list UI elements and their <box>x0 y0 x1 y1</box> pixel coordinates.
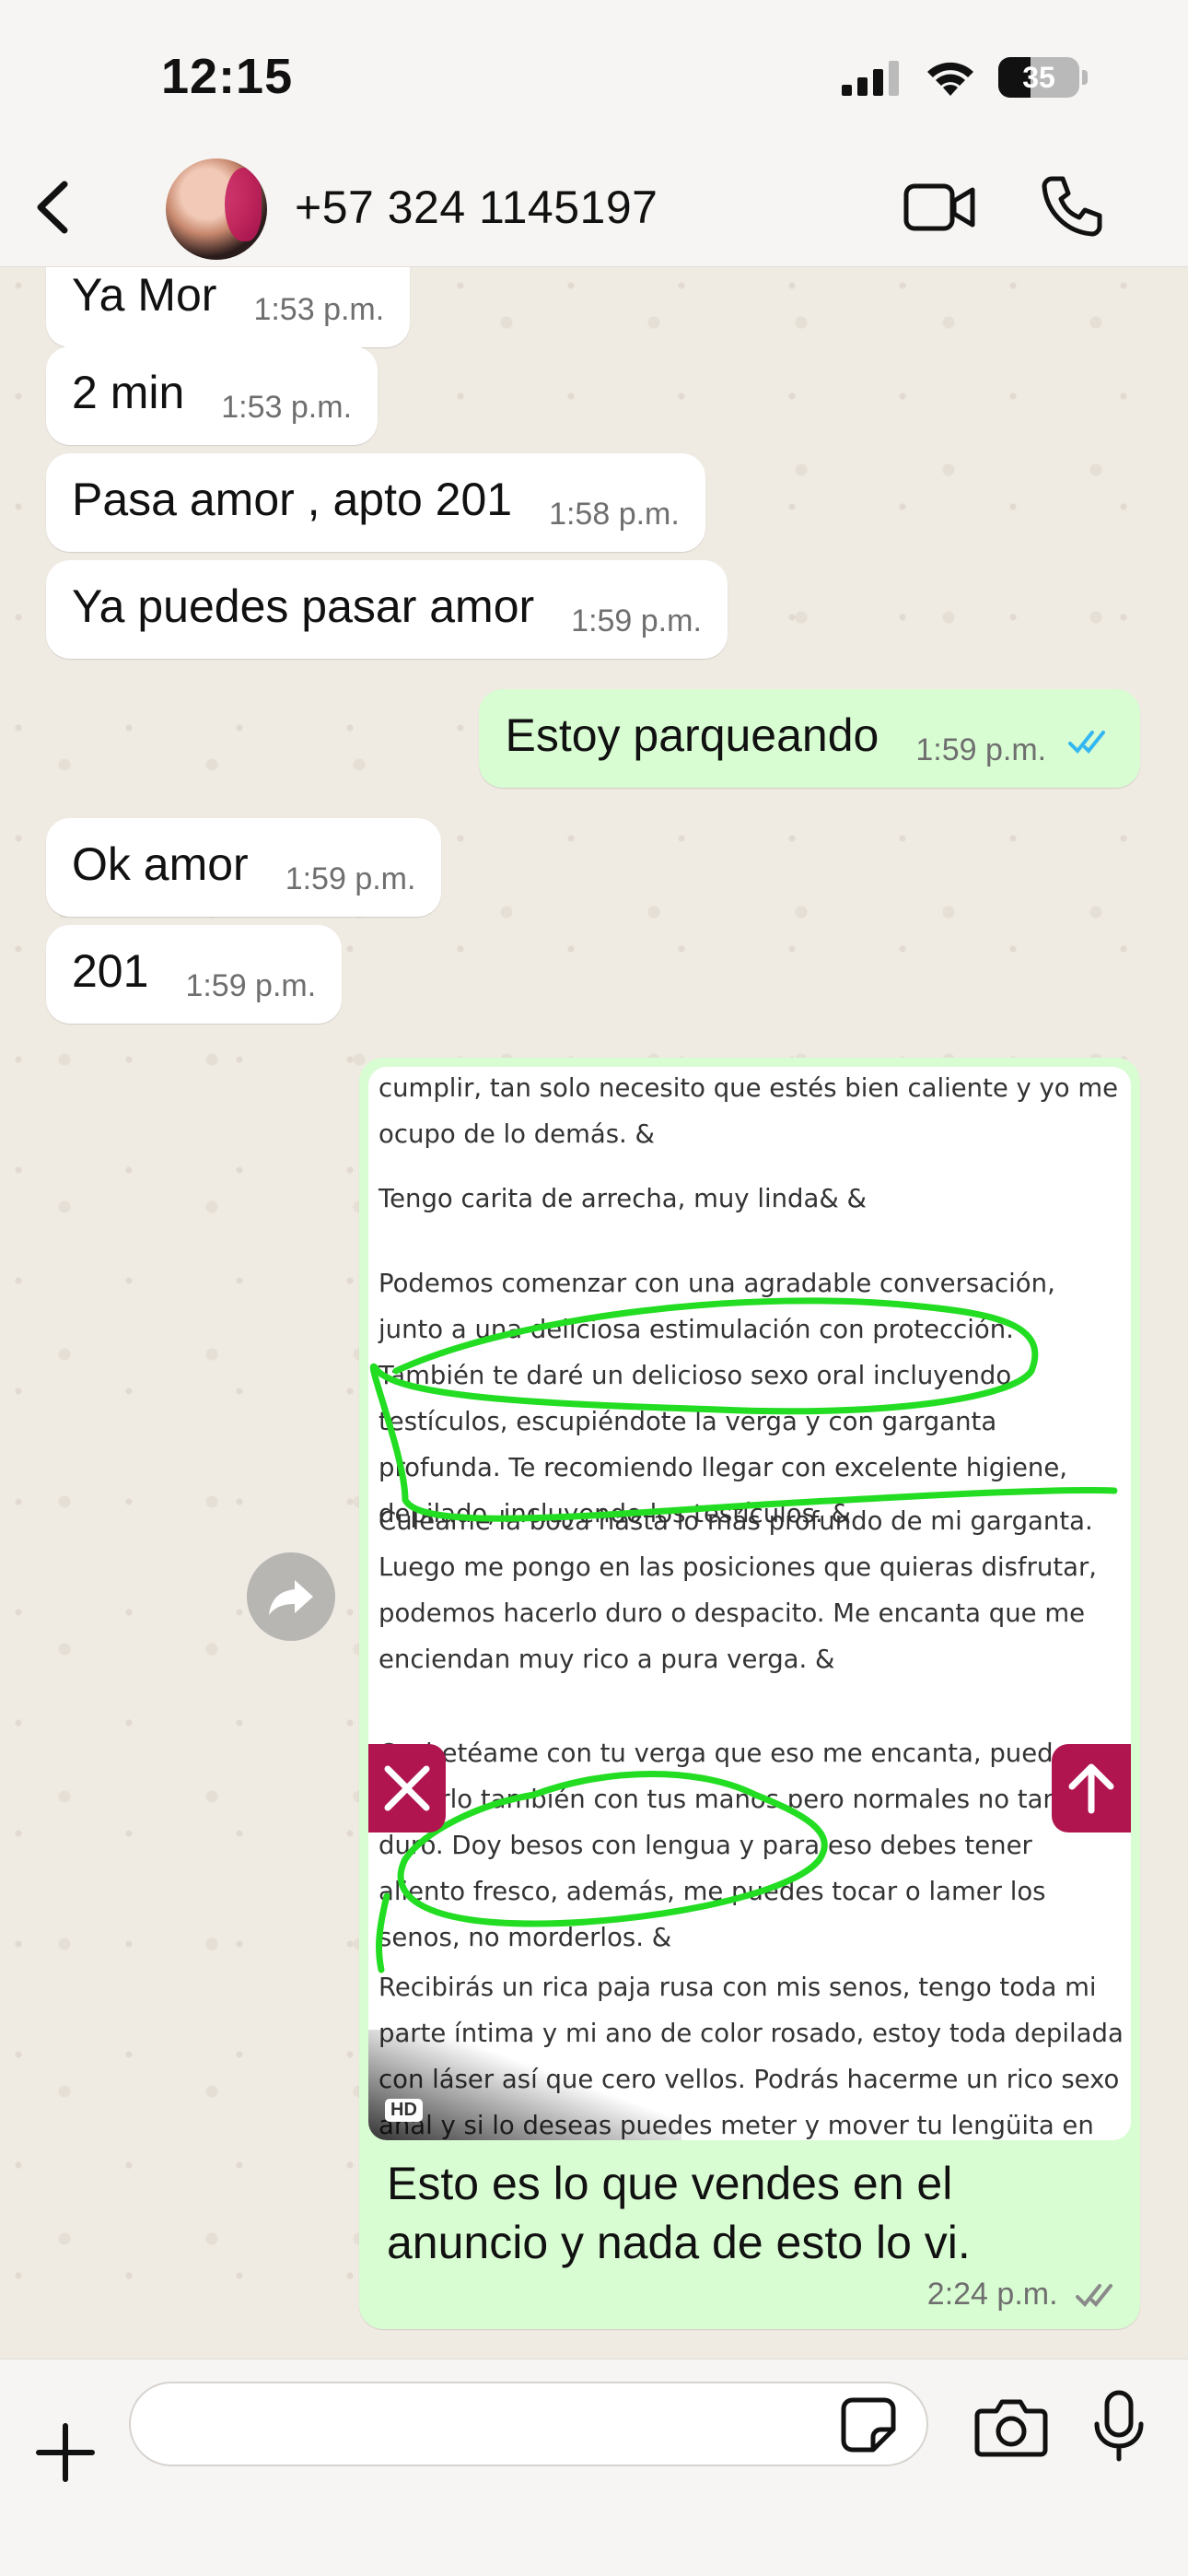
microphone-icon[interactable] <box>1091 2389 1147 2463</box>
battery-level: 35 <box>1022 60 1055 94</box>
message-incoming[interactable]: Ok amor 1:59 p.m. <box>46 818 442 917</box>
message-time: 1:58 p.m. <box>549 497 680 532</box>
media-time-row: 2:24 p.m. <box>927 2277 1122 2313</box>
image-close-button[interactable] <box>368 1744 446 1832</box>
message-input[interactable] <box>129 2382 928 2466</box>
screenshot-image[interactable]: cumplir, tan solo necesito que estés bie… <box>368 1067 1131 2140</box>
message-time: 1:59 p.m. <box>185 968 317 1003</box>
wifi-icon <box>927 62 973 96</box>
image-shadow-overlay <box>368 2030 681 2140</box>
message-incoming[interactable]: 2 min 1:53 p.m. <box>46 346 379 445</box>
read-receipt-icon <box>1068 731 1105 754</box>
sticker-icon[interactable] <box>840 2396 897 2453</box>
message-incoming[interactable]: Ya Mor 1:53 p.m. <box>46 267 411 347</box>
contact-name[interactable]: +57 324 1145197 <box>295 181 658 234</box>
message-text: Ok amor <box>72 838 249 890</box>
message-text: 201 <box>72 945 149 997</box>
video-call-icon[interactable] <box>903 181 976 234</box>
battery-icon: 35 <box>998 57 1088 98</box>
message-time: 1:53 p.m. <box>221 390 353 425</box>
phone-call-icon[interactable] <box>1041 173 1105 238</box>
message-text: Estoy parqueando <box>505 709 879 761</box>
arrow-up-icon <box>1068 1763 1114 1814</box>
message-incoming[interactable]: 201 1:59 p.m. <box>46 925 343 1024</box>
chat-area[interactable]: Ya Mor 1:53 p.m. 2 min 1:53 p.m. Pasa amor… <box>0 267 1188 2359</box>
message-text: Pasa amor , apto 201 <box>72 474 513 525</box>
message-outgoing[interactable]: Estoy parqueando 1:59 p.m. <box>479 689 1140 788</box>
close-icon <box>384 1765 430 1811</box>
message-outgoing-media[interactable]: cumplir, tan solo necesito que estés bie… <box>359 1058 1140 2329</box>
image-upload-button[interactable] <box>1052 1744 1131 1832</box>
message-time: 1:59 p.m. <box>285 861 416 896</box>
message-time: 2:24 p.m. <box>926 2277 1058 2312</box>
camera-icon[interactable] <box>974 2396 1048 2457</box>
message-text: Ya Mor <box>72 269 217 321</box>
status-icons: 35 <box>842 57 1088 98</box>
forward-arrow-icon <box>269 1580 313 1615</box>
message-composer <box>0 2359 1188 2576</box>
delivered-receipt-icon <box>1076 2284 1112 2307</box>
status-time: 12:15 <box>161 49 294 104</box>
message-time: 1:59 p.m. <box>915 732 1047 767</box>
message-incoming[interactable]: Ya puedes pasar amor 1:59 p.m. <box>46 560 728 659</box>
message-text: Ya puedes pasar amor <box>72 580 535 632</box>
message-time: 1:59 p.m. <box>571 603 702 638</box>
back-chevron-icon[interactable] <box>28 175 83 240</box>
chat-header: +57 324 1145197 <box>0 147 1188 267</box>
forward-button[interactable] <box>247 1552 335 1641</box>
cellular-signal-icon <box>842 61 899 96</box>
hd-badge: HD <box>385 2099 423 2122</box>
message-time: 1:53 p.m. <box>253 292 385 327</box>
media-caption: Esto es lo que vendes en el anuncio y na… <box>387 2158 971 2268</box>
green-highlight-scribble <box>369 1297 1118 1973</box>
status-bar: 12:15 35 <box>0 0 1188 147</box>
plus-icon[interactable] <box>33 2420 98 2485</box>
contact-avatar[interactable] <box>166 158 267 260</box>
message-text: 2 min <box>72 367 185 418</box>
message-incoming[interactable]: Pasa amor , apto 201 1:58 p.m. <box>46 453 705 552</box>
